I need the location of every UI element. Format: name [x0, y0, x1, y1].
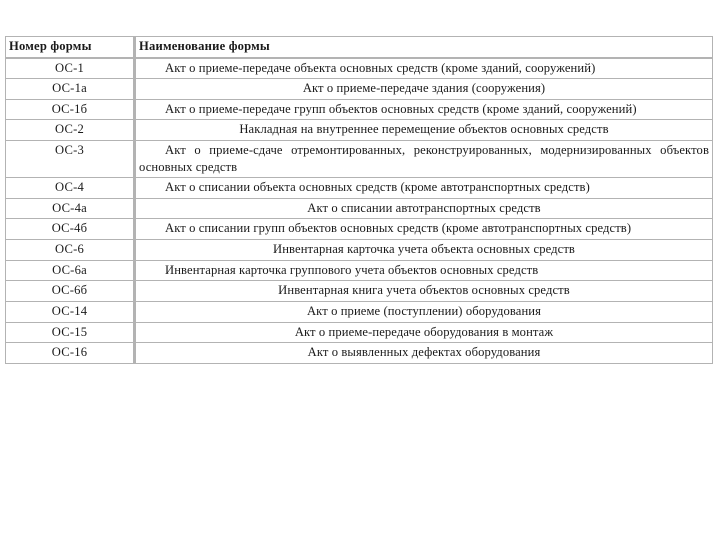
column-header-form-name: Наименование формы	[134, 36, 713, 58]
cell-form-number: ОС-6а	[5, 260, 134, 282]
table-row: ОС-1 Акт о приеме-передаче объекта основн…	[5, 57, 713, 80]
cell-form-name: Акт о приеме-передаче здания (сооружения…	[134, 79, 713, 100]
table-row: ОС-15 Акт о приеме-передаче оборудования …	[5, 322, 713, 344]
cell-form-number: ОС-15	[5, 322, 134, 344]
table-row: ОС-6б Инвентарная книга учета объектов ос…	[5, 281, 713, 302]
cell-form-name: Акт о приеме-передаче объекта основных с…	[134, 57, 713, 80]
table-row: ОС-1б Акт о приеме-передаче групп объекто…	[5, 99, 713, 121]
cell-form-number: ОС-2	[5, 120, 134, 142]
cell-form-name: Акт о списании автотранспортных средств	[134, 198, 713, 220]
table-row: ОС-6а Инвентарная карточка группового уче…	[5, 260, 713, 282]
table-row: ОС-4а Акт о списании автотранспортных сре…	[5, 198, 713, 220]
forms-table-container: Номер формы Наименование формы ОС-1 Акт о…	[5, 36, 713, 364]
unified-forms-table: Номер формы Наименование формы ОС-1 Акт о…	[5, 36, 713, 364]
cell-form-name: Акт о приеме (поступлении) оборудования	[134, 301, 713, 323]
cell-form-name: Инвентарная карточка группового учета об…	[134, 260, 713, 282]
cell-form-name: Акт о списании объекта основных средств …	[134, 178, 713, 199]
table-row: ОС-4б Акт о списании групп объектов основ…	[5, 219, 713, 241]
table-header-row: Номер формы Наименование формы	[5, 36, 713, 58]
cell-form-name: Инвентарная книга учета объектов основны…	[134, 281, 713, 302]
column-header-form-number: Номер формы	[5, 36, 134, 58]
table-row: ОС-1а Акт о приеме-передаче здания (соору…	[5, 79, 713, 100]
table-row: ОС-14 Акт о приеме (поступлении) оборудов…	[5, 301, 713, 323]
table-row: ОС-4 Акт о списании объекта основных сред…	[5, 178, 713, 199]
cell-form-number: ОС-6	[5, 240, 134, 261]
cell-form-name: Акт о приеме-передаче групп объектов осн…	[134, 99, 713, 121]
table-row: ОС-16 Акт о выявленных дефектах оборудова…	[5, 343, 713, 364]
table-row: ОС-6 Инвентарная карточка учета объекта о…	[5, 240, 713, 261]
table-row: ОС-3 Акт о приеме-сдаче отремонтированных…	[5, 141, 713, 179]
cell-form-name: Акт о списании групп объектов основных с…	[134, 219, 713, 241]
cell-form-number: ОС-1б	[5, 99, 134, 121]
cell-form-number: ОС-3	[5, 141, 134, 179]
cell-form-number: ОС-16	[5, 343, 134, 364]
cell-form-name: Инвентарная карточка учета объекта основ…	[134, 240, 713, 261]
cell-form-number: ОС-4б	[5, 219, 134, 241]
cell-form-number: ОС-6б	[5, 281, 134, 302]
cell-form-name: Акт о выявленных дефектах оборудования	[134, 343, 713, 364]
cell-form-number: ОС-4	[5, 178, 134, 199]
cell-form-number: ОС-1	[5, 57, 134, 80]
cell-form-number: ОС-14	[5, 301, 134, 323]
cell-form-number: ОС-1а	[5, 79, 134, 100]
cell-form-name: Акт о приеме-передаче оборудования в мон…	[134, 322, 713, 344]
cell-form-name: Накладная на внутреннее перемещение объе…	[134, 120, 713, 142]
cell-form-number: ОС-4а	[5, 198, 134, 220]
cell-form-name: Акт о приеме-сдаче отремонтированных, ре…	[134, 141, 713, 179]
table-body: ОС-1 Акт о приеме-передаче объекта основн…	[5, 57, 713, 364]
table-row: ОС-2 Накладная на внутреннее перемещение …	[5, 120, 713, 142]
table-header: Номер формы Наименование формы	[5, 36, 713, 58]
